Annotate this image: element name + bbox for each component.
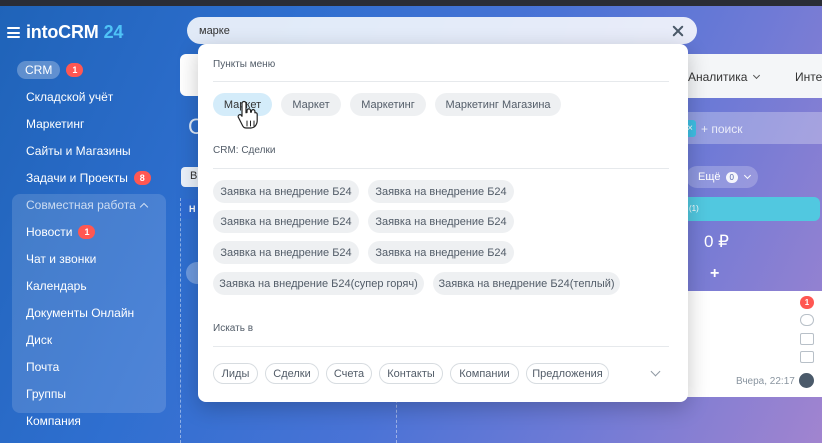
top-menu-analytics[interactable]: Аналитика [688,70,761,84]
sidebar-item-disk[interactable]: Диск [12,326,166,353]
background-search-placeholder: + поиск [701,122,743,136]
close-icon[interactable] [671,24,685,38]
top-menu-label: Инте [795,70,822,84]
sidebar-item-label: Диск [26,332,53,347]
sidebar-item-crm[interactable]: CRM 1 [12,56,166,83]
logo-text: intoCRM [26,22,99,42]
counter-badge: 8 [133,170,151,185]
search-scope-chip[interactable]: Предложения [526,363,609,384]
section-title-menu: Пункты меню [213,59,276,70]
search-scope-chip[interactable]: Контакты [379,363,443,384]
section-title-search-in: Искать в [213,323,254,334]
sidebar: intoCRM 24 CRM 1 Складской учёт Маркетинг … [0,6,180,443]
top-menu-integrations[interactable]: Инте [795,70,822,84]
divider [213,81,669,82]
logo[interactable]: intoCRM 24 [26,22,123,43]
phone-icon[interactable] [800,314,814,326]
result-chip[interactable]: Заявка на внедрение Б24(супер горяч) [213,272,424,295]
divider [213,168,669,169]
chevron-up-icon [139,202,149,211]
result-chip[interactable]: Маркет [281,93,341,116]
mail-icon[interactable] [800,333,814,345]
sidebar-item-warehouse[interactable]: Складской учёт [12,83,166,110]
sidebar-item-marketing[interactable]: Маркетинг [12,110,166,137]
stage-count: (1) [689,204,699,213]
deal-timestamp: Вчера, 22:17 [736,376,795,387]
deal-counter-badge: 1 [800,296,814,309]
sidebar-item-groups[interactable]: Группы [12,380,166,407]
chevron-down-icon [753,71,761,80]
search-scope-chip[interactable]: Счета [326,363,372,384]
sidebar-item-mail[interactable]: Почта [12,353,166,380]
logo-number: 24 [103,22,124,42]
result-chip[interactable]: Заявка на внедрение Б24 [368,241,514,264]
search-input[interactable] [199,24,671,37]
sidebar-item-news[interactable]: Новости 1 [12,218,166,245]
counter-badge: 1 [78,224,96,239]
search-scope-chip[interactable]: Компании [450,363,519,384]
chevron-down-icon[interactable] [650,366,661,377]
sidebar-item-label: Складской учёт [26,89,114,104]
global-search [187,17,697,44]
sidebar-item-label: Задачи и Проекты [26,170,128,185]
chat-icon[interactable] [800,351,814,363]
sidebar-item-label: Чат и звонки [26,251,97,266]
sidebar-item-label: Маркетинг [26,116,85,131]
section-title-deals: CRM: Сделки [213,145,276,156]
sidebar-item-label: Группы [26,386,66,401]
avatar[interactable] [799,373,814,388]
search-scope-chip[interactable]: Лиды [213,363,258,384]
search-results-dropdown: Пункты меню Маркет Маркет Маркетинг Марк… [198,44,688,402]
logo-row: intoCRM 24 [7,22,123,43]
add-deal-button[interactable]: + [710,265,719,283]
result-chip[interactable]: Заявка на внедрение Б24 [213,210,359,233]
menu-icon[interactable] [7,27,20,38]
sidebar-item-label: Сайты и Магазины [26,143,131,158]
sidebar-item-chat[interactable]: Чат и звонки [12,245,166,272]
more-button[interactable]: Ещё 0 [686,166,758,188]
result-chip[interactable]: Заявка на внедрение Б24 [213,180,359,203]
group-header-label: Совместная работа [26,197,136,212]
more-label: Ещё [698,171,721,183]
result-chip[interactable]: Маркетинг Магазина [435,93,561,116]
sidebar-item-company[interactable]: Компания [12,407,166,434]
sidebar-item-label: Новости [26,224,73,239]
counter-badge: 1 [66,62,84,77]
search-scope-chip[interactable]: Сделки [265,363,319,384]
sidebar-item-label: Документы Онлайн [26,305,135,320]
sidebar-item-label: CRM [17,60,61,79]
sidebar-group-header[interactable]: Совместная работа [12,191,166,218]
sidebar-item-tasks[interactable]: Задачи и Проекты 8 [12,164,166,191]
more-count: 0 [725,171,738,183]
stage-sum: 0 ₽ [704,232,729,251]
top-menu-label: Аналитика [688,70,748,84]
chevron-down-icon [743,171,752,179]
background-button-label: В [190,170,198,182]
sidebar-nav: CRM 1 Складской учёт Маркетинг Сайты и Ма… [12,56,166,434]
result-chip[interactable]: Заявка на внедрение Б24 [368,210,514,233]
sidebar-item-label: Календарь [26,278,87,293]
sidebar-item-calendar[interactable]: Календарь [12,272,166,299]
sidebar-item-sites[interactable]: Сайты и Магазины [12,137,166,164]
sidebar-item-docs[interactable]: Документы Онлайн [12,299,166,326]
stage-header-label: Н [189,204,196,214]
sidebar-item-label: Почта [26,359,60,374]
result-chip[interactable]: Заявка на внедрение Б24 [368,180,514,203]
divider [213,346,669,347]
column-divider [180,198,181,443]
result-chip[interactable]: Маркетинг [350,93,426,116]
background-card [180,54,200,96]
result-chip[interactable]: Заявка на внедрение Б24 [213,241,359,264]
stage-header-right[interactable] [686,197,820,221]
sidebar-item-label: Компания [26,413,81,428]
result-chip[interactable]: Заявка на внедрение Б24(теплый) [433,272,620,295]
hand-cursor-icon [237,100,258,129]
